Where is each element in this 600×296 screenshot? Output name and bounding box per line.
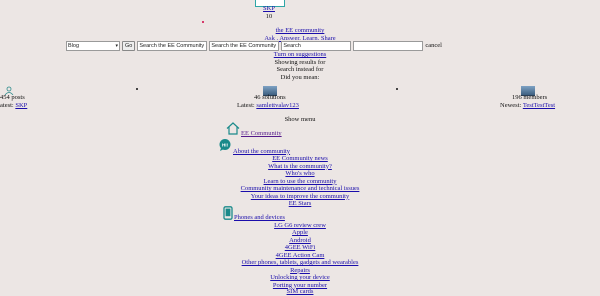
- phone-icon: [223, 206, 233, 223]
- menu-item[interactable]: LG G6 review crew: [0, 222, 600, 230]
- ee-community-link[interactable]: EE Community: [241, 130, 282, 138]
- menu-item[interactable]: Android: [0, 237, 600, 245]
- newest-user-link[interactable]: TestTestTest: [523, 102, 555, 109]
- chat-bubble-icon: Hi!: [218, 138, 232, 155]
- chevron-down-icon: ▾: [115, 42, 118, 49]
- home-icon: [226, 122, 240, 138]
- search-input[interactable]: Search: [281, 40, 352, 51]
- menu-item[interactable]: EE Stars: [0, 200, 600, 208]
- latest-label-mid: Latest:: [237, 101, 255, 109]
- menu-item[interactable]: 4GEE WiFi: [0, 244, 600, 252]
- menu-item[interactable]: What is the community?: [0, 163, 600, 171]
- menu-item[interactable]: Your ideas to improve the community: [0, 193, 600, 201]
- solutions-count: 46 solutions: [254, 94, 286, 101]
- latest-user-mid-link[interactable]: samlettvalav123: [256, 102, 299, 109]
- toggle-suggestions-link[interactable]: Turn on suggestions: [0, 51, 600, 59]
- search-scope-select[interactable]: Blog ▾: [66, 40, 120, 51]
- cancel-link[interactable]: cancel: [425, 42, 442, 50]
- menu-item[interactable]: Other phones, tablets, gadgets and weara…: [0, 259, 600, 267]
- profile-link[interactable]: SKP: [256, 5, 282, 13]
- menu-item[interactable]: Community maintenance and technical issu…: [0, 185, 600, 193]
- search-field-primary[interactable]: Search the EE Community: [137, 40, 208, 51]
- svg-text:Hi!: Hi!: [222, 142, 229, 147]
- bullet-dot: [136, 88, 139, 91]
- menu-item[interactable]: Who's who: [0, 170, 600, 178]
- newest-label: Newest:: [500, 101, 522, 109]
- menu-item[interactable]: SIM cards: [0, 288, 600, 296]
- search-scope-value: Blog: [68, 42, 80, 49]
- menu-item[interactable]: EE Community news: [0, 155, 600, 163]
- show-menu-toggle[interactable]: Show menu: [0, 116, 600, 124]
- profile-count: 10: [265, 12, 273, 20]
- members-count: 196 members: [512, 94, 548, 101]
- search-extra-input[interactable]: [353, 40, 424, 51]
- latest-user-left-link[interactable]: SKP: [15, 102, 27, 109]
- showing-results-text: Showing results for: [274, 58, 326, 66]
- menu-item[interactable]: 4GEE Action Cam: [0, 252, 600, 260]
- menu-item[interactable]: Learn to use the community: [0, 178, 600, 186]
- notification-dot: [202, 21, 204, 23]
- search-field-secondary[interactable]: Search the EE Community: [209, 40, 280, 51]
- latest-label-left: atest:: [0, 101, 14, 109]
- menu-item[interactable]: Apple: [0, 229, 600, 237]
- did-you-mean-text: Did you mean:: [280, 73, 320, 81]
- menu-item[interactable]: Unlocking your device: [0, 274, 600, 282]
- posts-count: 454 posts: [0, 94, 25, 101]
- menu-item[interactable]: Repairs: [0, 267, 600, 275]
- bullet-dot: [396, 88, 399, 91]
- phones-devices-heading[interactable]: Phones and devices: [234, 214, 285, 222]
- community-title-link[interactable]: the EE community: [0, 27, 600, 35]
- go-button[interactable]: Go: [122, 40, 136, 51]
- search-form: Blog ▾ Go Search the EE Community Search…: [66, 40, 442, 51]
- search-instead-text: Search instead for: [276, 66, 324, 73]
- about-community-heading[interactable]: About the community: [233, 148, 290, 156]
